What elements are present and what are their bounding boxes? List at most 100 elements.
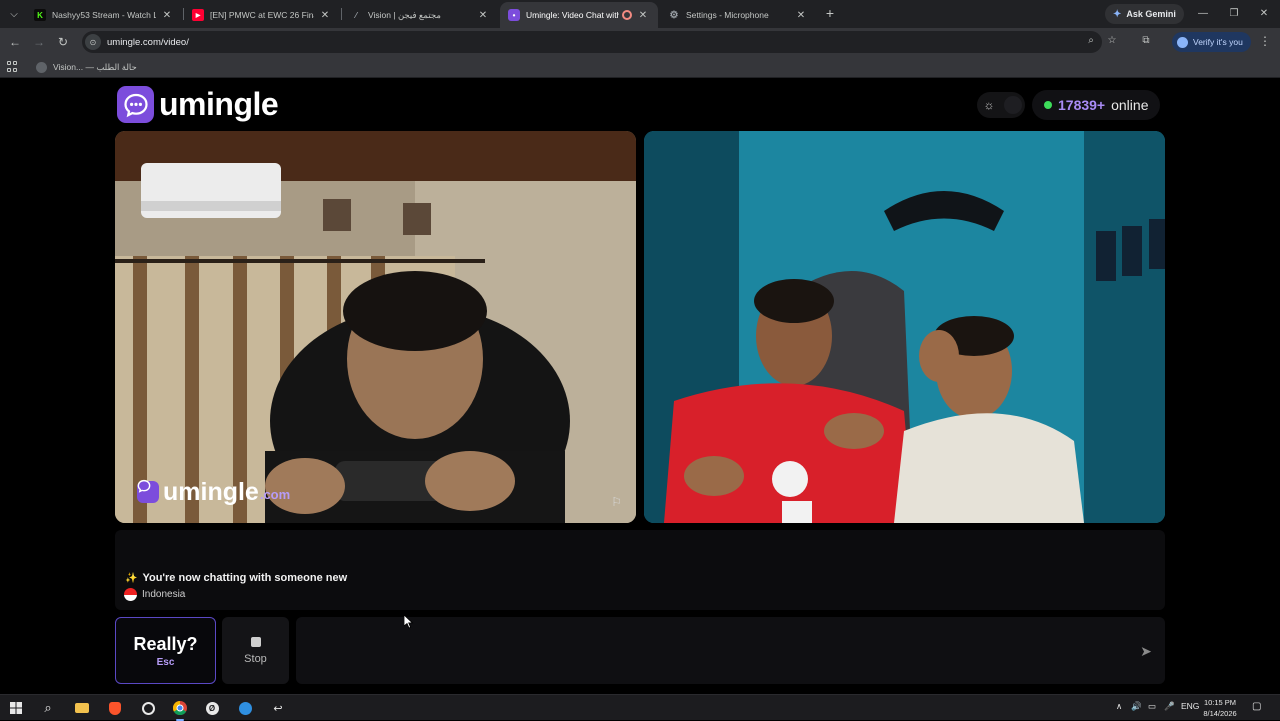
browser-menu-icon[interactable]: ⋮ bbox=[1258, 34, 1272, 50]
stranger-video-frame bbox=[644, 131, 1165, 523]
theme-toggle[interactable]: ☼ bbox=[977, 92, 1025, 118]
zoom-icon[interactable]: ⌕ bbox=[1084, 33, 1098, 47]
extensions-icon[interactable]: ⧉ bbox=[1139, 33, 1153, 47]
skip-confirm-button[interactable]: Really? Esc bbox=[115, 617, 216, 684]
toggle-knob bbox=[1004, 96, 1022, 114]
system-message: ✨ You're now chatting with someone new bbox=[125, 572, 347, 584]
tab-youtube-pmwc[interactable]: ▶ [EN] PMWC at EWC 26 Finals D ✕ bbox=[184, 2, 340, 28]
kick-icon: K bbox=[34, 9, 46, 21]
online-count: 17839+ bbox=[1058, 97, 1106, 113]
address-bar[interactable]: ⊙ umingle.com/video/ bbox=[82, 31, 1102, 53]
site-info-icon[interactable]: ⊙ bbox=[85, 34, 101, 50]
edge-icon[interactable] bbox=[235, 698, 255, 718]
vision-icon: ⁄ bbox=[355, 10, 357, 20]
online-status-dot bbox=[1044, 101, 1052, 109]
ask-gemini-button[interactable]: ✦ Ask Gemini bbox=[1105, 4, 1184, 24]
watermark-domain: .com bbox=[259, 487, 291, 502]
close-tab-icon[interactable]: ✕ bbox=[318, 10, 332, 21]
tab-title: Settings - Microphone bbox=[686, 10, 769, 20]
gear-icon: ⚙ bbox=[669, 9, 679, 21]
chevron-up-icon[interactable]: ∧ bbox=[1116, 701, 1122, 712]
bookmark-vision[interactable]: Vision... — حالة الطلب bbox=[36, 59, 137, 75]
tab-title: Umingle: Video Chat with S bbox=[526, 10, 619, 20]
tab-settings-microphone[interactable]: ⚙ Settings - Microphone ✕ bbox=[660, 2, 816, 28]
mouse-cursor-icon bbox=[404, 615, 414, 629]
reload-button[interactable]: ↻ bbox=[54, 33, 72, 51]
local-video: umingle .com ⚐ bbox=[115, 131, 636, 523]
bookmarks-bar: Vision... — حالة الطلب bbox=[0, 56, 1280, 78]
close-tab-icon[interactable]: ✕ bbox=[794, 10, 808, 21]
windows-taskbar: ⌕ Ø ↩ ∧ 🔊 ▭ 🎤 ENG 10:15 PM 8/14/2026 ▢ bbox=[0, 694, 1280, 721]
chat-log: ✨ You're now chatting with someone new I… bbox=[115, 530, 1165, 610]
watermark-text: umingle bbox=[163, 478, 259, 506]
close-window-button[interactable]: ✕ bbox=[1255, 5, 1273, 21]
skip-confirm-label: Really? bbox=[133, 633, 198, 654]
stop-button[interactable]: Stop bbox=[222, 617, 289, 684]
tab-umingle[interactable]: • Umingle: Video Chat with S ✕ bbox=[500, 2, 658, 28]
app-icon[interactable] bbox=[138, 698, 158, 718]
system-clock[interactable]: 10:15 PM 8/14/2026 bbox=[1200, 697, 1240, 719]
verify-label: Verify it's you bbox=[1193, 37, 1243, 47]
restore-button[interactable]: ❐ bbox=[1225, 5, 1243, 21]
tab-kick-stream[interactable]: K Nashyy53 Stream - Watch Live ✕ bbox=[26, 2, 182, 28]
close-tab-icon[interactable]: ✕ bbox=[636, 10, 650, 21]
online-counter: 17839+ online bbox=[1032, 90, 1161, 120]
windows-start-icon[interactable] bbox=[6, 698, 26, 718]
microphone-icon[interactable]: 🎤 bbox=[1164, 701, 1175, 712]
send-icon[interactable]: ➤ bbox=[1136, 641, 1156, 661]
tab-title: [EN] PMWC at EWC 26 Finals D bbox=[210, 10, 314, 20]
browser-toolbar: ← → ↻ ⊙ umingle.com/video/ ⌕ ☆ ⧉ Verify … bbox=[0, 28, 1280, 56]
umingle-logo[interactable]: umingle bbox=[117, 86, 279, 123]
stop-icon bbox=[250, 636, 261, 647]
report-flag-icon[interactable]: ⚐ bbox=[611, 495, 622, 509]
umingle-page: umingle ☼ 17839+ online umingle .com ⚐ ✨… bbox=[0, 78, 1280, 694]
profile-icon bbox=[1177, 36, 1188, 48]
search-icon[interactable]: ⌕ bbox=[38, 698, 58, 718]
tab-title: Vision | مجتمع فيجن bbox=[368, 9, 441, 20]
sun-icon: ☼ bbox=[983, 98, 995, 112]
skip-hotkey-hint: Esc bbox=[156, 656, 175, 668]
back-button[interactable]: ← bbox=[6, 33, 24, 51]
tab-vision[interactable]: ⁄ Vision | مجتمع فيجن ✕ bbox=[342, 2, 498, 28]
apps-grid-icon[interactable] bbox=[7, 61, 19, 73]
local-video-frame bbox=[115, 131, 636, 523]
indonesia-flag-icon bbox=[124, 588, 137, 601]
logo-text: umingle bbox=[159, 86, 279, 122]
chat-bubble-icon bbox=[117, 86, 154, 123]
clock-date: 8/14/2026 bbox=[1203, 709, 1237, 718]
ask-gemini-label: Ask Gemini bbox=[1126, 9, 1176, 19]
file-explorer-icon[interactable] bbox=[72, 698, 92, 718]
forward-button[interactable]: → bbox=[30, 33, 48, 51]
globe-icon bbox=[36, 61, 47, 73]
bookmark-label: Vision... — حالة الطلب bbox=[53, 61, 137, 72]
chrome-icon[interactable] bbox=[170, 698, 190, 721]
close-tab-icon[interactable]: ✕ bbox=[476, 10, 490, 21]
brave-browser-icon[interactable] bbox=[105, 698, 125, 718]
close-tab-icon[interactable]: ✕ bbox=[160, 10, 174, 21]
chat-bubble-icon bbox=[137, 479, 159, 503]
bookmark-star-icon[interactable]: ☆ bbox=[1105, 33, 1119, 47]
system-message-text: You're now chatting with someone new bbox=[142, 572, 348, 584]
gemini-icon: ✦ bbox=[1113, 8, 1122, 20]
tab-search-button[interactable]: ⌵ bbox=[4, 4, 24, 24]
umingle-icon: • bbox=[508, 9, 520, 21]
sparkles-icon: ✨ bbox=[125, 572, 138, 584]
recording-icon bbox=[622, 10, 632, 20]
app-arrow-icon[interactable]: ↩ bbox=[268, 698, 288, 718]
network-icon[interactable]: ▭ bbox=[1148, 701, 1156, 712]
umingle-watermark: umingle .com bbox=[137, 479, 290, 505]
minimize-button[interactable]: — bbox=[1194, 5, 1212, 21]
new-tab-button[interactable]: + bbox=[822, 5, 838, 21]
stranger-country: Indonesia bbox=[124, 588, 185, 601]
notifications-icon[interactable]: ▢ bbox=[1252, 701, 1261, 712]
obs-icon[interactable]: Ø bbox=[202, 698, 222, 718]
url-text[interactable]: umingle.com/video/ bbox=[107, 37, 189, 48]
volume-icon[interactable]: 🔊 bbox=[1131, 701, 1142, 712]
language-indicator[interactable]: ENG bbox=[1181, 701, 1199, 711]
youtube-icon: ▶ bbox=[192, 9, 204, 21]
tab-title: Nashyy53 Stream - Watch Live bbox=[52, 10, 156, 20]
chat-message-input[interactable] bbox=[296, 617, 1165, 684]
stranger-video bbox=[644, 131, 1165, 523]
browser-tab-bar: ⌵ K Nashyy53 Stream - Watch Live ✕ ▶ [EN… bbox=[0, 0, 1280, 28]
verify-identity-button[interactable]: Verify it's you bbox=[1172, 32, 1251, 52]
